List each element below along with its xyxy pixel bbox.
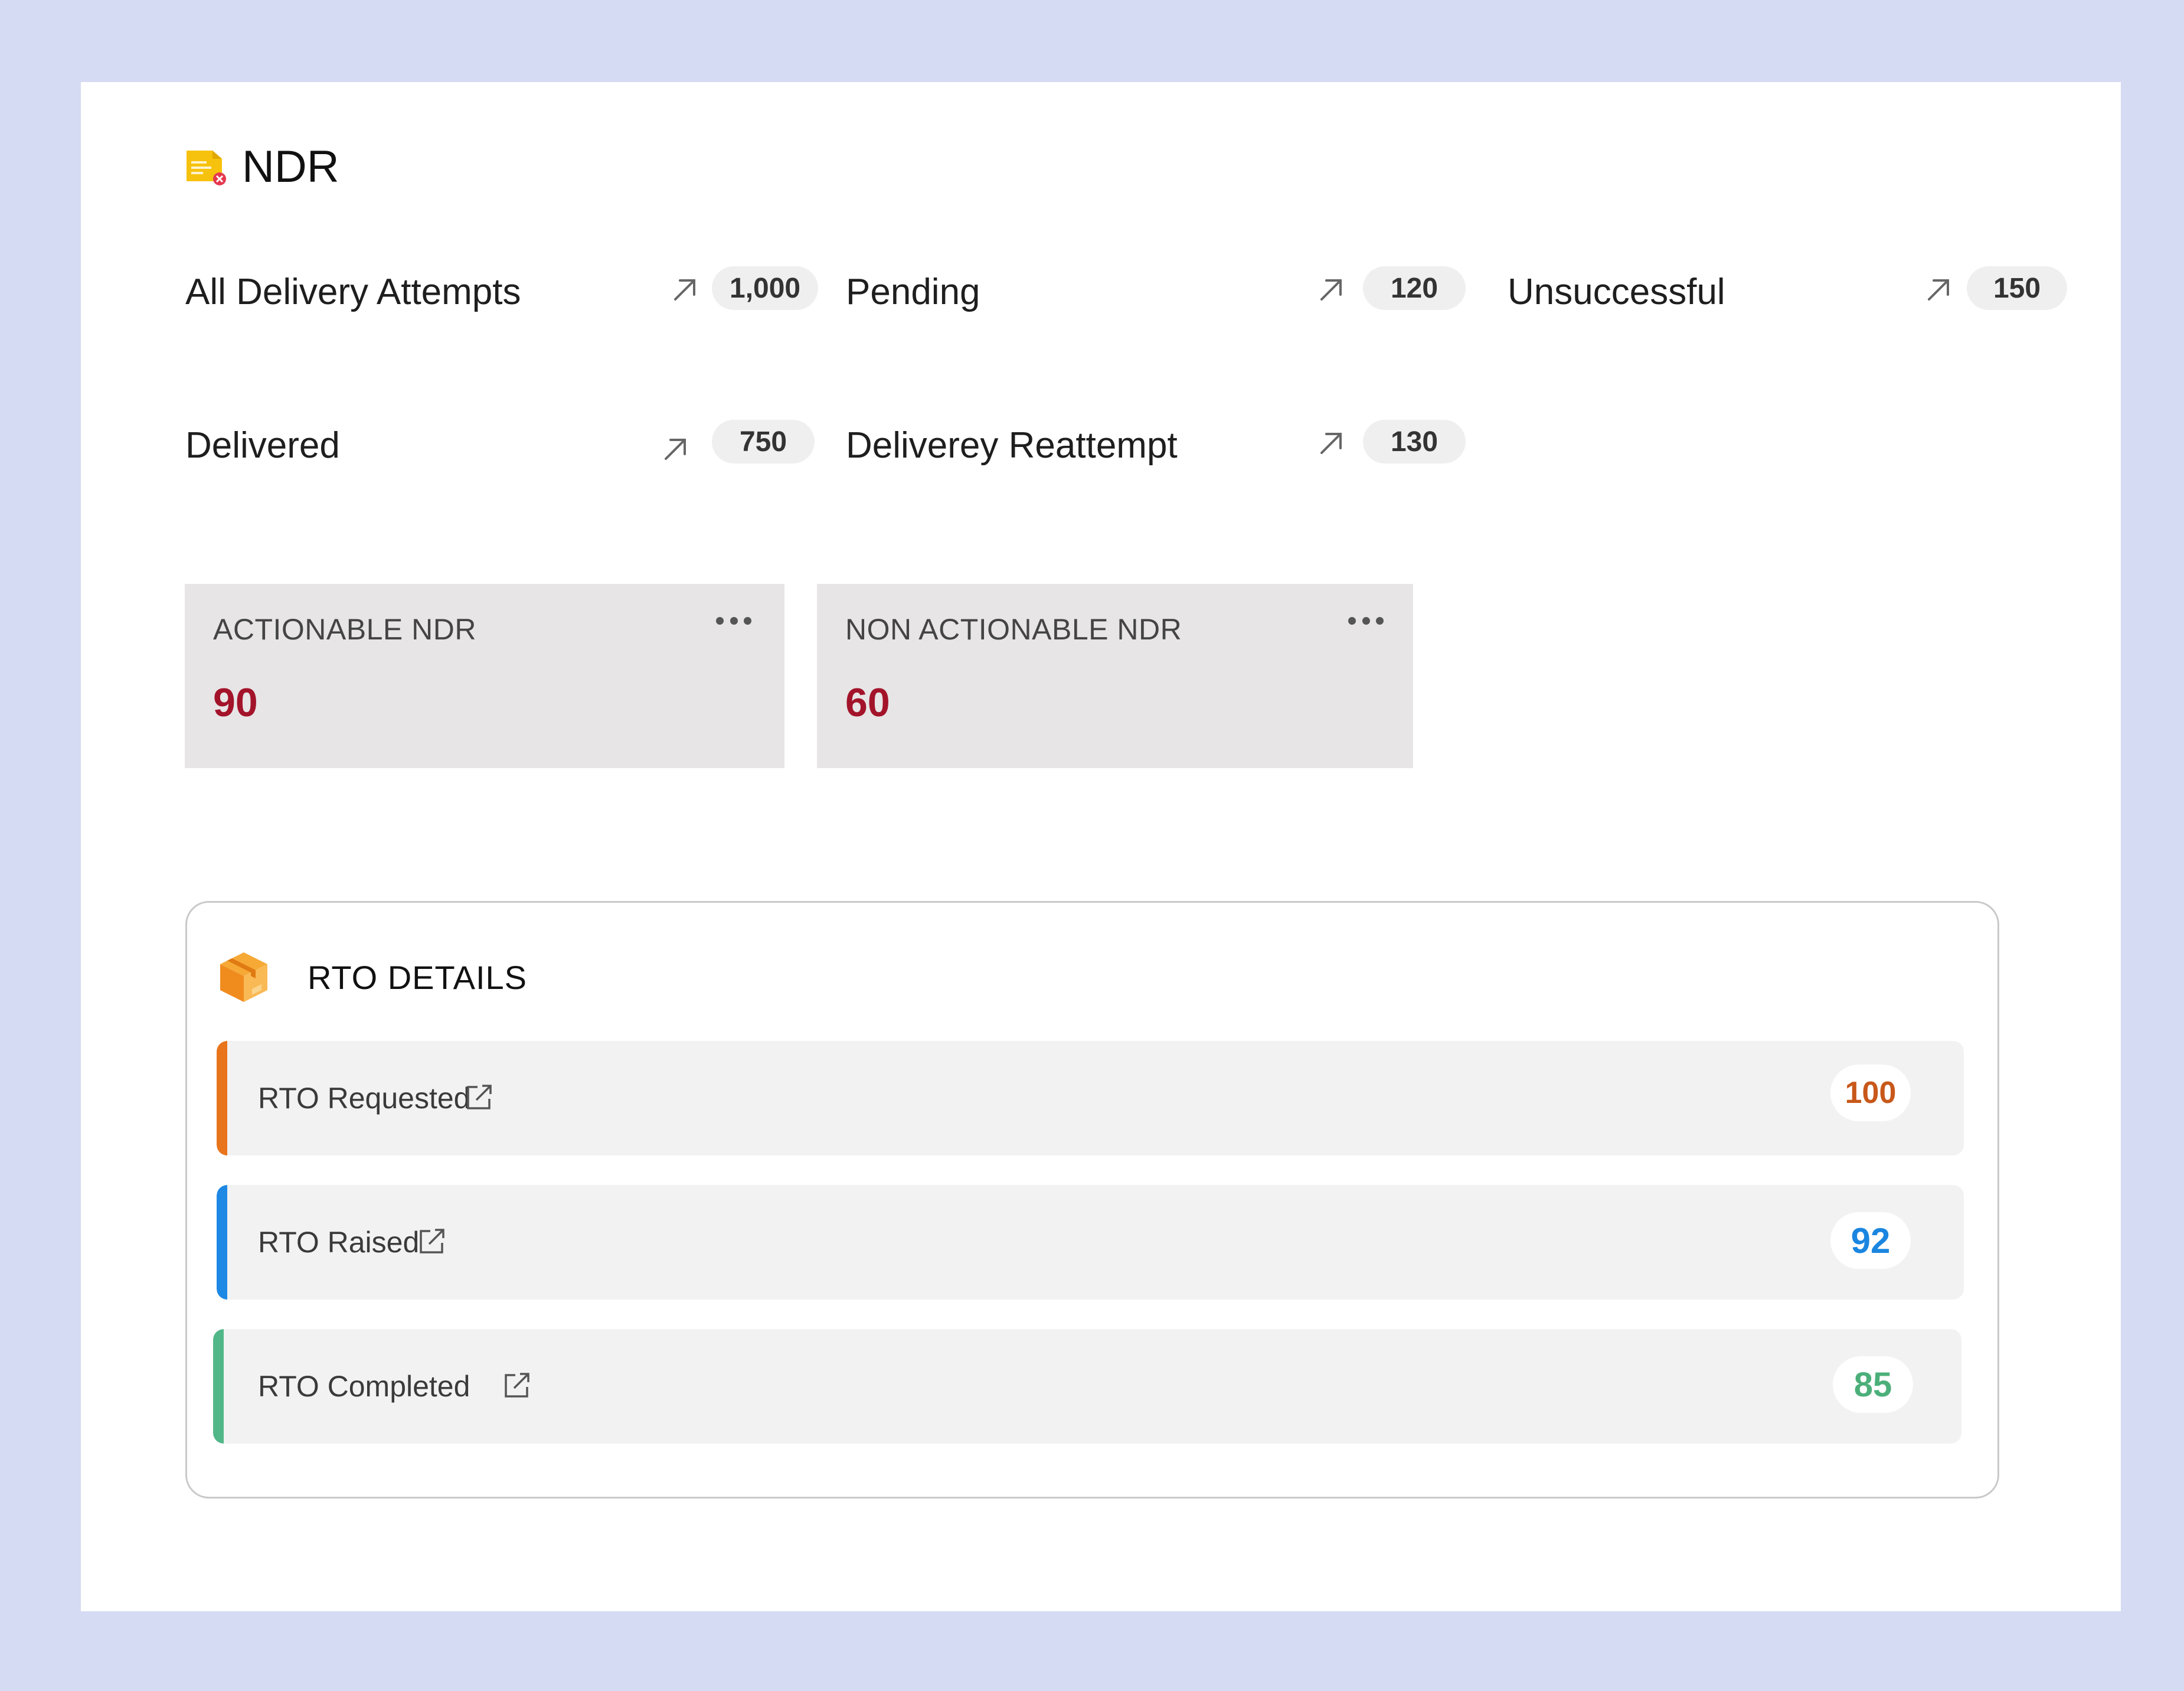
package-box-icon [215,949,272,1006]
card-value: 90 [213,680,258,725]
stat-pending[interactable]: Pending 120 [846,266,1472,314]
stat-unsuccessful[interactable]: Unsuccessful 150 [1508,266,2098,314]
stat-label: Pending [846,272,980,312]
ndr-document-icon [185,148,227,186]
stat-badge: 1,000 [712,266,819,310]
ndr-panel: NDR All Delivery Attempts 1,000 Pending … [81,82,2121,1611]
arrow-up-right-icon[interactable] [1923,273,1955,305]
rto-details-section: RTO DETAILS RTO Requested 100 RTO Raised… [185,901,1999,1499]
row-accent [217,1185,227,1300]
arrow-up-right-icon[interactable] [660,433,692,465]
external-link-icon[interactable] [417,1226,447,1256]
page-header: NDR [185,141,339,192]
rto-row-completed[interactable]: RTO Completed 85 [213,1329,1961,1444]
external-link-icon[interactable] [502,1370,532,1400]
page-title: NDR [242,142,339,192]
non-actionable-ndr-card[interactable]: NON ACTIONABLE NDR 60 [817,584,1413,768]
rto-row-label: RTO Raised [258,1226,420,1259]
more-options-icon[interactable] [716,615,751,626]
rto-row-label: RTO Requested [258,1082,470,1115]
stat-all-delivery-attempts[interactable]: All Delivery Attempts 1,000 [185,266,819,314]
rto-row-label: RTO Completed [258,1370,470,1403]
rto-row-requested[interactable]: RTO Requested 100 [217,1041,1964,1155]
arrow-up-right-icon[interactable] [1316,427,1348,459]
row-accent [213,1329,224,1444]
arrow-up-right-icon[interactable] [1316,273,1348,305]
more-options-icon[interactable] [1348,615,1384,626]
rto-count-badge: 85 [1833,1356,1913,1413]
card-title: ACTIONABLE NDR [213,613,476,646]
stat-label: Unsuccessful [1508,272,1725,312]
stat-badge: 750 [712,420,815,463]
rto-count-badge: 100 [1830,1065,1911,1121]
card-title: NON ACTIONABLE NDR [845,613,1182,646]
stat-label: Delivered [185,425,340,466]
card-value: 60 [845,680,890,725]
rto-count-badge: 92 [1830,1212,1911,1269]
arrow-up-right-icon[interactable] [669,273,701,305]
stat-delivery-reattempt[interactable]: Deliverey Reattempt 130 [846,420,1472,467]
stat-badge: 130 [1363,420,1466,463]
rto-header: RTO DETAILS [215,949,527,1006]
stat-badge: 150 [1967,266,2067,310]
stat-badge: 120 [1363,266,1466,310]
row-accent [217,1041,227,1155]
rto-title: RTO DETAILS [308,958,527,996]
rto-row-raised[interactable]: RTO Raised 92 [217,1185,1964,1300]
external-link-icon[interactable] [465,1082,494,1112]
stat-label: All Delivery Attempts [185,272,521,312]
actionable-ndr-card[interactable]: ACTIONABLE NDR 90 [185,584,784,768]
stat-label: Deliverey Reattempt [846,425,1178,466]
stat-delivered[interactable]: Delivered 750 [185,420,815,467]
